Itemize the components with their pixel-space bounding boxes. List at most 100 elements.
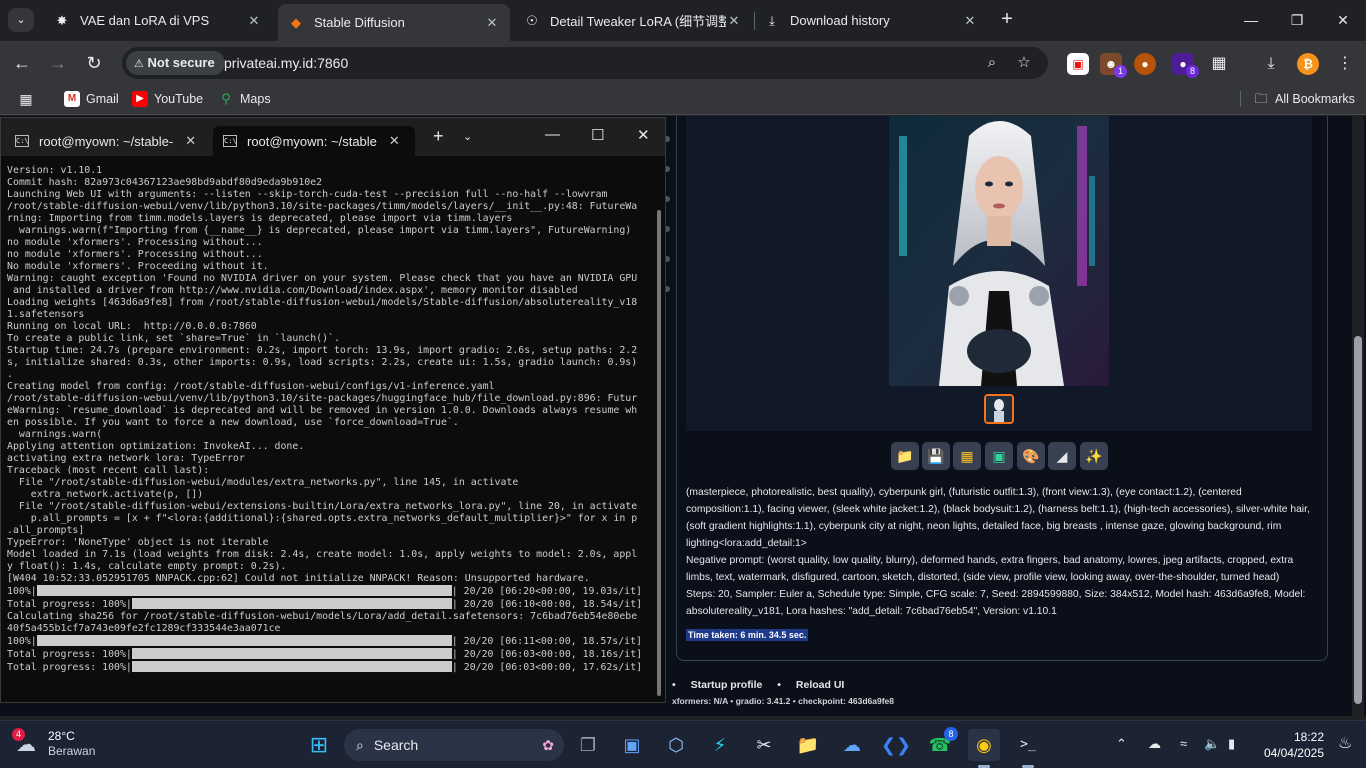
footer-links: • Startup profile • Reload UI — [672, 679, 856, 691]
taskbar-search[interactable]: ⌕ Search ✿ — [344, 729, 564, 761]
close-icon[interactable]: ✕ — [246, 13, 262, 29]
extensions-puzzle-icon[interactable]: ▦ — [1208, 53, 1230, 75]
security-chip[interactable]: ⚠ Not secure — [126, 51, 225, 75]
url-text[interactable]: privateai.my.id:7860 — [224, 55, 348, 71]
palette-icon: 🎨 — [1022, 448, 1040, 464]
terminal-line: Version: v1.10.1 — [7, 165, 103, 176]
tab-dropdown-icon[interactable]: ⌄ — [463, 130, 472, 143]
time-taken: Time taken: 6 min. 34.5 sec. — [686, 629, 809, 641]
windows-start-icon[interactable]: ⊞ — [303, 729, 335, 761]
scrollbar-thumb[interactable] — [1354, 336, 1362, 704]
address-bar[interactable]: ⚠ Not secure privateai.my.id:7860 ⌕ ☆ — [122, 47, 1048, 79]
vscode-icon[interactable]: ❮❯ — [880, 729, 912, 761]
terminal-tab-2[interactable]: C:\ root@myown: ~/stable ✕ — [213, 126, 415, 156]
extension-icon-2[interactable]: ☻ 1 — [1100, 53, 1127, 78]
volume-icon[interactable]: 🔈 — [1204, 736, 1220, 752]
startup-profile-link[interactable]: Startup profile — [691, 679, 763, 691]
bookmark-gmail[interactable]: M Gmail — [64, 91, 119, 107]
terminal-line: and installed a driver from http://www.n… — [7, 285, 578, 296]
maximize-button[interactable]: ❐ — [1274, 0, 1320, 40]
terminal-line: . — [7, 369, 13, 380]
new-tab-button[interactable]: + — [996, 8, 1018, 32]
reload-button[interactable]: ↻ — [80, 49, 108, 77]
close-icon[interactable]: ✕ — [962, 13, 978, 29]
terminal-tab-title: root@myown: ~/stable- — [39, 133, 174, 149]
close-icon[interactable]: ✕ — [484, 15, 500, 31]
wifi-icon[interactable]: ≈ — [1180, 736, 1187, 751]
power-app-icon[interactable]: ⚡ — [704, 729, 736, 761]
prompt-text: (masterpiece, photorealistic, best quali… — [686, 487, 1310, 549]
folder-icon: 🗀 — [1254, 91, 1268, 106]
terminal-close-button[interactable]: ✕ — [637, 126, 650, 144]
tab-download-history[interactable]: ⤓ Download history ✕ — [754, 5, 988, 36]
apps-grid-icon[interactable]: ▦ — [18, 91, 34, 107]
new-terminal-tab-button[interactable]: + — [433, 126, 444, 147]
terminal-line: Commit hash: 82a973c04367123ae98bd9abdf8… — [7, 177, 323, 188]
generation-info: (masterpiece, photorealistic, best quali… — [686, 484, 1311, 620]
upscale-button[interactable]: ✨ — [1080, 442, 1108, 470]
send-to-extras-button[interactable]: ◢ — [1048, 442, 1076, 470]
weather-temp: 28°C — [48, 729, 75, 743]
terminal-output[interactable]: Version: v1.10.1 Commit hash: 82a973c0436… — [7, 165, 647, 699]
zip-button[interactable]: ▦ — [953, 442, 981, 470]
minimize-button[interactable]: — — [1228, 0, 1274, 40]
progress-bar — [131, 661, 452, 672]
tray-overflow-icon[interactable]: ⌃ — [1116, 736, 1127, 752]
virtualbox-icon[interactable]: ⬡ — [660, 729, 692, 761]
gallery-thumbnail[interactable] — [984, 394, 1014, 424]
zoom-search-icon[interactable]: ⌕ — [982, 53, 1002, 73]
close-icon[interactable]: ✕ — [726, 13, 742, 29]
send-to-img2img-button[interactable]: ▣ — [985, 442, 1013, 470]
close-icon[interactable]: ✕ — [389, 133, 400, 149]
cookie-extension-icon[interactable]: ● — [1134, 53, 1156, 75]
menu-kebab-icon[interactable]: ⋮ — [1334, 53, 1356, 75]
terminal-line: rning: Importing from timm.models.layers… — [7, 213, 513, 224]
extension-icon-4[interactable]: ● 8 — [1172, 53, 1199, 78]
all-bookmarks-button[interactable]: 🗀 All Bookmarks — [1240, 91, 1355, 107]
terminal-app-icon[interactable]: >_ — [1012, 729, 1044, 761]
terminal-line: Running on local URL: http://0.0.0.0:786… — [7, 321, 257, 332]
file-explorer-icon[interactable]: 📁 — [792, 729, 824, 761]
save-button[interactable]: 💾 — [922, 442, 950, 470]
search-label: Search — [373, 737, 419, 753]
tab-detail-tweaker[interactable]: ☉ Detail Tweaker LoRA (细节调整 ✕ — [514, 5, 752, 36]
reload-ui-link[interactable]: Reload UI — [796, 679, 844, 691]
close-icon[interactable]: ✕ — [185, 133, 196, 149]
network-app-icon[interactable]: ☁ — [836, 729, 868, 761]
terminal-line: activating extra network lora: TypeError — [7, 453, 245, 464]
snipping-tool-icon[interactable]: ✂ — [748, 729, 780, 761]
generated-image[interactable] — [889, 116, 1109, 386]
progress-bar — [36, 585, 452, 596]
close-window-button[interactable]: ✕ — [1320, 0, 1366, 40]
extension-icon-1[interactable]: ▣ — [1067, 53, 1089, 75]
notification-bell-icon[interactable]: ♨ — [1338, 733, 1352, 753]
battery-icon[interactable]: ▮ — [1228, 736, 1235, 752]
weather-widget[interactable]: ☁ 4 28°C Berawan — [12, 728, 95, 759]
widget-app-icon[interactable]: ▣ — [616, 729, 648, 761]
page-scrollbar[interactable] — [1352, 116, 1364, 716]
sparkle-icon: ✨ — [1085, 448, 1103, 464]
send-to-inpaint-button[interactable]: 🎨 — [1017, 442, 1045, 470]
back-button[interactable]: ← — [8, 49, 36, 77]
whatsapp-icon[interactable]: ☎ 8 — [924, 727, 958, 761]
task-view-icon[interactable]: ❐ — [572, 729, 604, 761]
terminal-tab-1[interactable]: C:\ root@myown: ~/stable- ✕ — [5, 126, 211, 156]
terminal-minimize-button[interactable]: — — [545, 126, 560, 143]
terminal-scrollbar[interactable] — [657, 210, 661, 696]
tab-stable-diffusion[interactable]: ◆ Stable Diffusion ✕ — [278, 4, 510, 41]
bookmark-star-icon[interactable]: ☆ — [1014, 53, 1034, 73]
tray-app-icon[interactable]: ☁ — [1148, 736, 1161, 752]
terminal-line: no module 'xformers'. Processing without… — [7, 249, 263, 260]
forward-button[interactable]: → — [44, 49, 72, 77]
tab-vae-lora[interactable]: ✸ VAE dan LoRA di VPS ✕ — [44, 5, 272, 36]
bitcoin-extension-icon[interactable]: ₿ — [1297, 53, 1319, 75]
tab-search-button[interactable]: ⌄ — [8, 8, 34, 32]
clock[interactable]: 18:22 04/04/2025 — [1258, 729, 1324, 761]
terminal-line: extra_network.activate(p, []) — [7, 489, 204, 500]
downloads-icon[interactable]: ⤓ — [1260, 53, 1282, 75]
bookmark-youtube[interactable]: ▶ YouTube — [132, 91, 203, 107]
open-folder-button[interactable]: 📁 — [891, 442, 919, 470]
chrome-icon[interactable]: ◉ — [968, 729, 1000, 761]
terminal-maximize-button[interactable]: ☐ — [591, 126, 604, 144]
bookmark-maps[interactable]: ⚲ Maps — [218, 91, 270, 107]
